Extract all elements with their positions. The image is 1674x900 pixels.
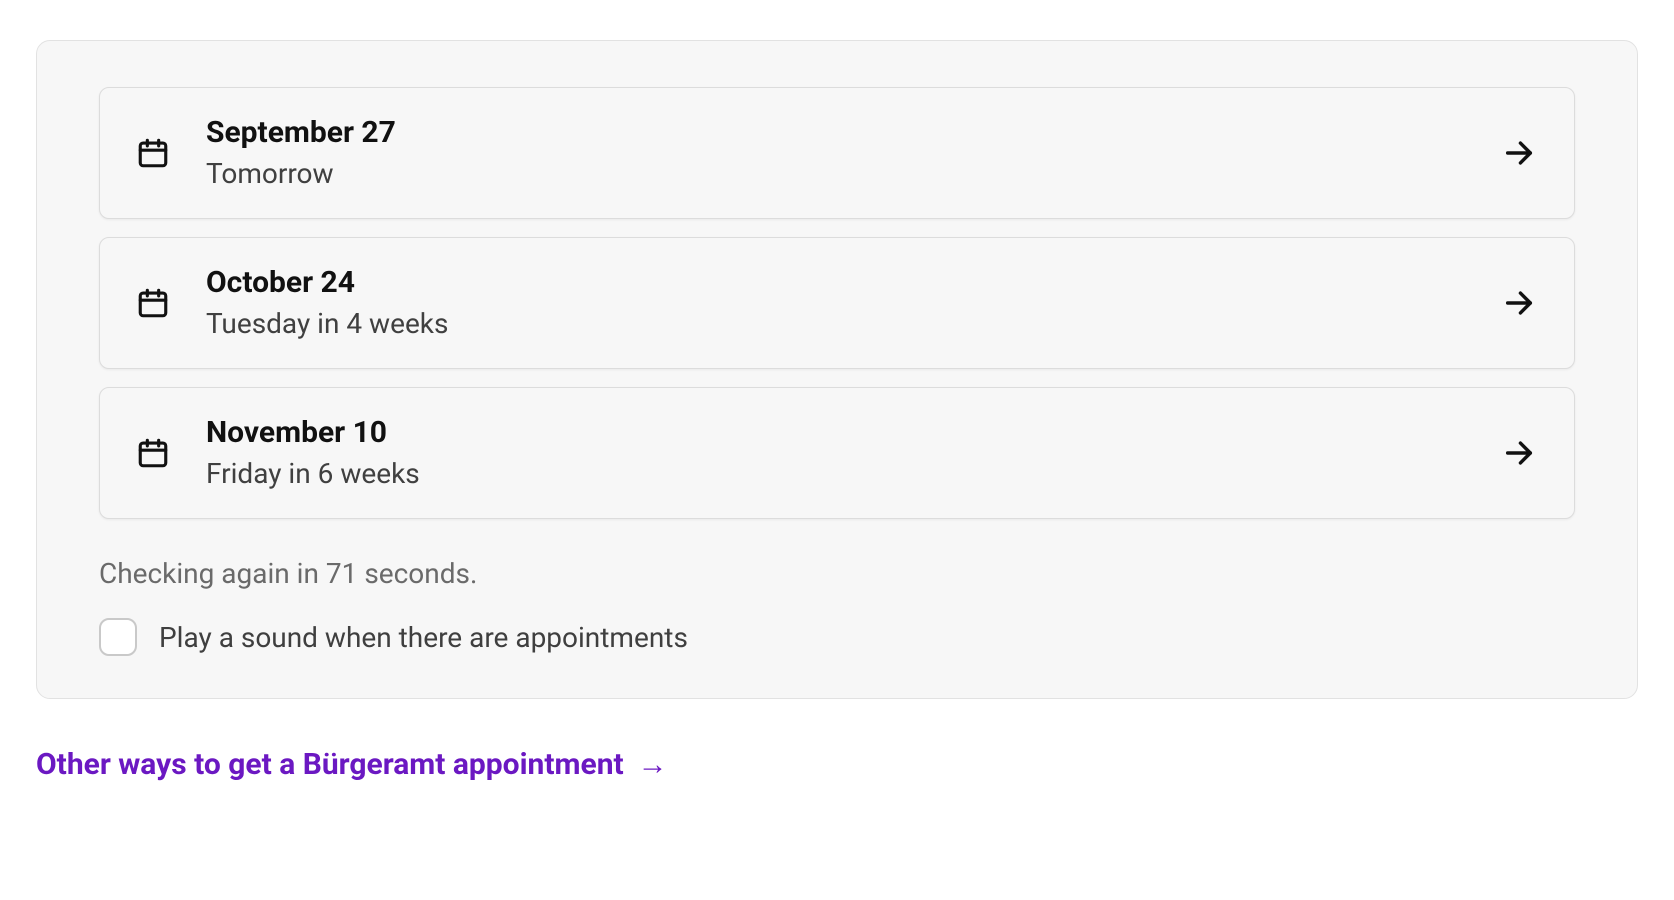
- appointment-relative: Friday in 6 weeks: [206, 457, 1478, 491]
- arrow-right-icon: →: [638, 747, 668, 782]
- calendar-icon: [136, 136, 176, 170]
- appointment-text: September 27 Tomorrow: [206, 116, 1478, 190]
- other-ways-link-text: Other ways to get a Bürgeramt appointmen…: [36, 747, 624, 782]
- appointment-relative: Tuesday in 4 weeks: [206, 307, 1478, 341]
- appointment-date: November 10: [206, 416, 1478, 451]
- arrow-right-icon: [1502, 436, 1536, 470]
- alternative-link-row: Other ways to get a Bürgeramt appointmen…: [36, 747, 1638, 782]
- sound-checkbox-label: Play a sound when there are appointments: [159, 621, 688, 654]
- appointment-card[interactable]: October 24 Tuesday in 4 weeks: [99, 237, 1575, 369]
- appointment-card[interactable]: November 10 Friday in 6 weeks: [99, 387, 1575, 519]
- appointment-text: October 24 Tuesday in 4 weeks: [206, 266, 1478, 340]
- other-ways-link[interactable]: Other ways to get a Bürgeramt appointmen…: [36, 747, 668, 782]
- page-root: September 27 Tomorrow Oc: [0, 0, 1674, 812]
- arrow-right-icon: [1502, 136, 1536, 170]
- appointment-date: October 24: [206, 266, 1478, 301]
- appointment-text: November 10 Friday in 6 weeks: [206, 416, 1478, 490]
- sound-option-row: Play a sound when there are appointments: [99, 618, 1575, 656]
- calendar-icon: [136, 436, 176, 470]
- appointment-card[interactable]: September 27 Tomorrow: [99, 87, 1575, 219]
- arrow-right-icon: [1502, 286, 1536, 320]
- appointment-date: September 27: [206, 116, 1478, 151]
- sound-checkbox[interactable]: [99, 618, 137, 656]
- calendar-icon: [136, 286, 176, 320]
- appointment-relative: Tomorrow: [206, 157, 1478, 191]
- appointments-panel: September 27 Tomorrow Oc: [36, 40, 1638, 699]
- refresh-status: Checking again in 71 seconds.: [99, 557, 1575, 590]
